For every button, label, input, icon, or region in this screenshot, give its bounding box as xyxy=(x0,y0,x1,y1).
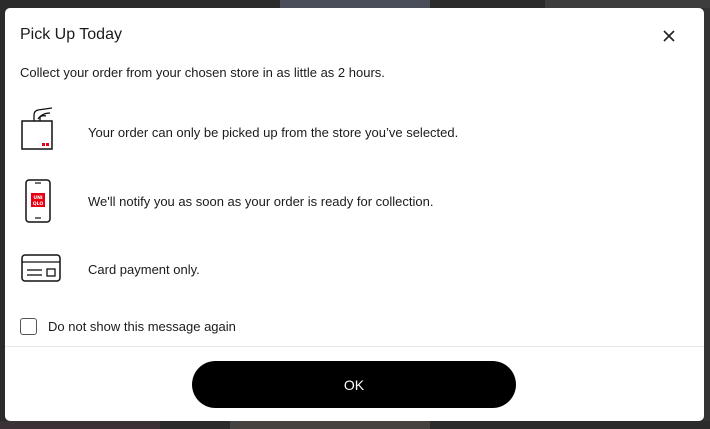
phone-notification-icon: UNI QLO xyxy=(20,177,80,225)
info-row-store-pickup: Your order can only be picked up from th… xyxy=(20,107,459,156)
background-image-bottom-mid xyxy=(230,421,430,429)
info-text-card-payment: Card payment only. xyxy=(88,261,200,277)
credit-card-icon xyxy=(20,245,80,293)
dont-show-again-option[interactable]: Do not show this message again xyxy=(20,318,236,335)
background-strip-right xyxy=(704,8,710,421)
info-text-store-pickup: Your order can only be picked up from th… xyxy=(88,124,459,140)
info-row-notification: UNI QLO We'll notify you as soon as your… xyxy=(20,177,433,225)
info-row-card-payment: Card payment only. xyxy=(20,245,200,293)
dialog-title: Pick Up Today xyxy=(20,26,122,43)
brand-logo: UNI xyxy=(33,195,43,201)
close-button[interactable] xyxy=(658,25,680,47)
dont-show-again-label: Do not show this message again xyxy=(48,319,236,334)
dont-show-again-checkbox[interactable] xyxy=(20,318,37,335)
background-image-top xyxy=(280,0,430,8)
background-image-bottom-left xyxy=(0,421,160,429)
close-icon xyxy=(663,30,675,42)
ok-button[interactable]: OK xyxy=(192,361,516,408)
info-text-notification: We'll notify you as soon as your order i… xyxy=(88,193,434,209)
dialog-subtitle: Collect your order from your chosen stor… xyxy=(20,65,385,80)
store-pickup-bag-icon xyxy=(20,107,80,156)
svg-text:QLO: QLO xyxy=(33,201,44,207)
footer-divider xyxy=(5,346,704,347)
background-panel-right xyxy=(545,0,710,8)
pick-up-today-dialog: Pick Up Today Collect your order from yo… xyxy=(5,8,704,421)
